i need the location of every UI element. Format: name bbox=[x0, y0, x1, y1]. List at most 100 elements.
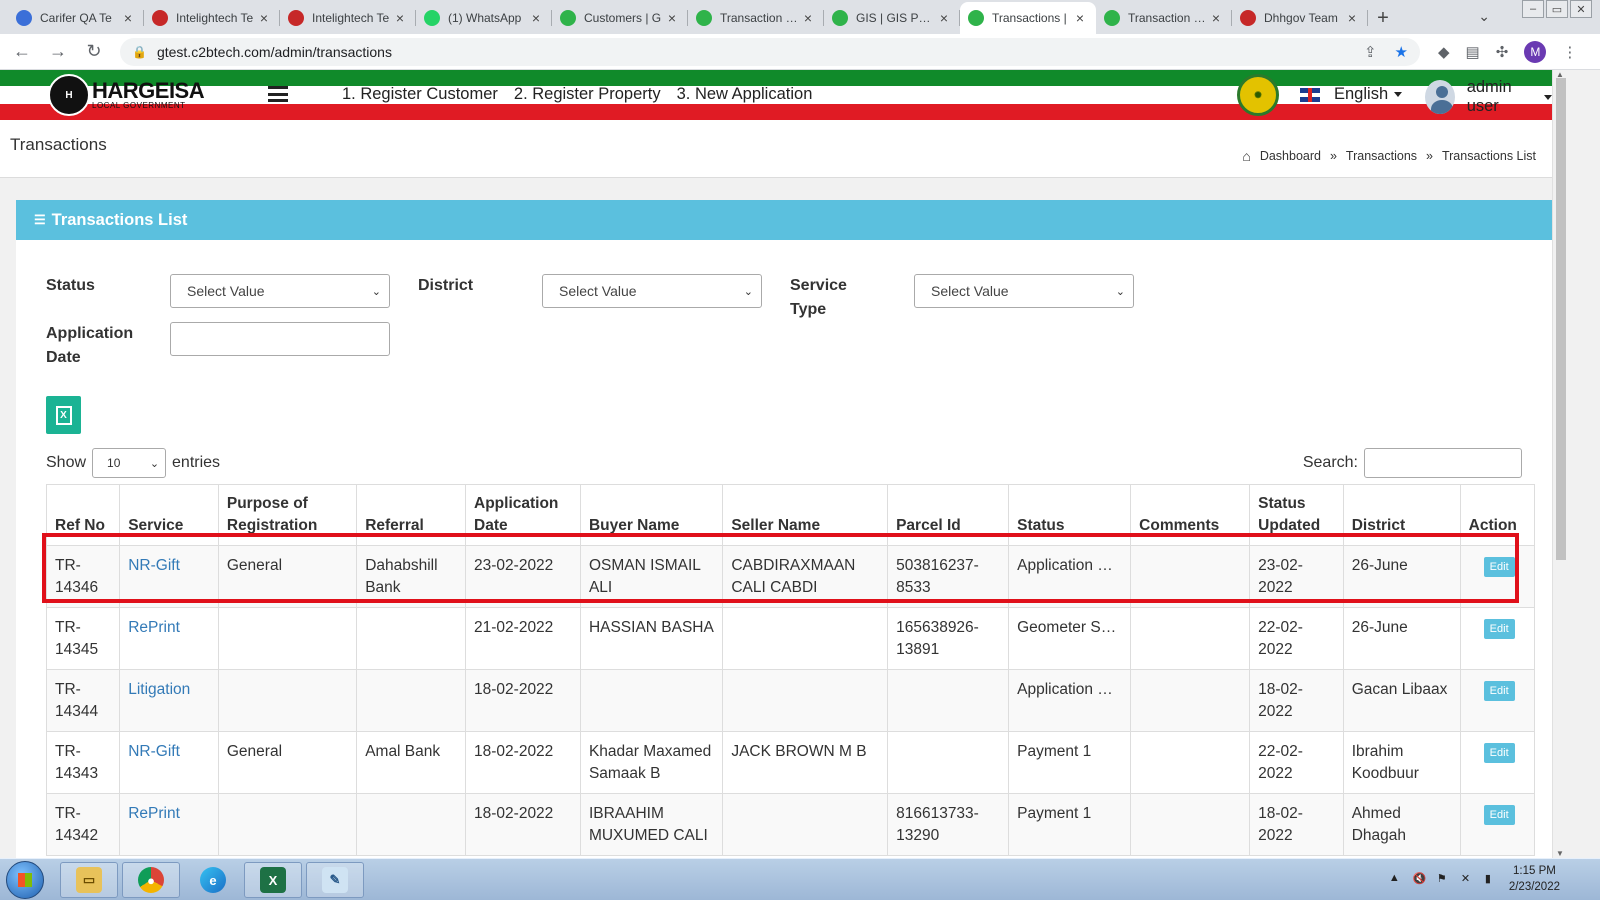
page-length-control: Show 10 ⌄ entries bbox=[46, 448, 220, 478]
column-header[interactable]: Comments bbox=[1130, 484, 1251, 546]
close-window-icon[interactable]: ✕ bbox=[1570, 0, 1592, 18]
table-row[interactable]: TR-14345 RePrint 21-02-2022 HASSIAN BASHA 16… bbox=[45, 607, 1536, 670]
browser-tab[interactable]: (1) WhatsApp × bbox=[416, 2, 552, 34]
bookmark-star-icon[interactable]: ★ bbox=[1395, 43, 1408, 61]
column-header[interactable]: Ref No bbox=[45, 484, 121, 546]
table-row[interactable]: TR-14343 NR-Gift General Amal Bank 18-02-202… bbox=[45, 731, 1536, 794]
browser-tab[interactable]: Intelightech Te × bbox=[280, 2, 416, 34]
breadcrumb-dashboard[interactable]: Dashboard bbox=[1260, 149, 1321, 163]
system-clock[interactable]: 1:15 PM 2/23/2022 bbox=[1509, 863, 1560, 895]
address-bar[interactable]: 🔒 gtest.c2btech.com/admin/transactions ⇪… bbox=[120, 37, 1420, 66]
lock-icon[interactable]: 🔒 bbox=[132, 45, 147, 59]
forward-icon[interactable]: → bbox=[44, 41, 72, 62]
extensions-puzzle-icon[interactable]: ✣ bbox=[1496, 43, 1509, 61]
tab-close-icon[interactable]: × bbox=[936, 10, 952, 26]
edit-button[interactable]: Edit bbox=[1483, 743, 1515, 763]
column-header[interactable]: Seller Name bbox=[722, 484, 889, 546]
language-selector[interactable]: English bbox=[1300, 85, 1403, 104]
share-icon[interactable]: ⇪ bbox=[1364, 43, 1377, 61]
service-link[interactable]: NR-Gift bbox=[128, 557, 180, 574]
edit-button[interactable]: Edit bbox=[1483, 619, 1515, 639]
network-icon[interactable]: ✕ bbox=[1461, 872, 1475, 886]
column-header[interactable]: Buyer Name bbox=[579, 484, 724, 546]
browser-tab[interactable]: Carifer QA Te × bbox=[8, 2, 144, 34]
clock-time: 1:15 PM bbox=[1513, 865, 1556, 877]
maximize-icon[interactable]: ▭ bbox=[1546, 0, 1568, 18]
status-select[interactable]: Select Value ⌄ bbox=[170, 274, 390, 308]
browser-tab[interactable]: Transaction | G × bbox=[1096, 2, 1232, 34]
app-logo[interactable]: H HARGEISA LOCAL GOVERNMENT bbox=[48, 74, 205, 116]
breadcrumb-transactions[interactable]: Transactions bbox=[1346, 149, 1417, 163]
taskbar-notepad[interactable]: ✎ bbox=[306, 862, 364, 898]
taskbar-excel[interactable]: X bbox=[244, 862, 302, 898]
column-header[interactable]: Application Date bbox=[465, 484, 581, 546]
signal-icon[interactable]: ▮ bbox=[1485, 872, 1499, 886]
column-header[interactable]: District bbox=[1342, 484, 1461, 546]
tab-close-icon[interactable]: × bbox=[1208, 10, 1224, 26]
tab-close-icon[interactable]: × bbox=[256, 10, 272, 26]
tab-close-icon[interactable]: × bbox=[800, 10, 816, 26]
extension-notes-icon[interactable]: ▤ bbox=[1466, 43, 1480, 61]
edit-button[interactable]: Edit bbox=[1483, 681, 1515, 701]
service-link[interactable]: Litigation bbox=[128, 681, 190, 698]
menu-new-application[interactable]: 3. New Application bbox=[677, 85, 813, 104]
tab-close-icon[interactable]: × bbox=[528, 10, 544, 26]
new-tab-button[interactable]: + bbox=[1368, 2, 1398, 34]
profile-avatar[interactable]: M bbox=[1524, 40, 1547, 63]
tab-close-icon[interactable]: × bbox=[1344, 10, 1360, 26]
column-header[interactable]: Status bbox=[1008, 484, 1132, 546]
taskbar-edge[interactable]: e bbox=[184, 862, 242, 898]
minimize-icon[interactable]: – bbox=[1522, 0, 1544, 18]
entries-select[interactable]: 10 ⌄ bbox=[92, 448, 167, 478]
tab-search-icon[interactable]: ⌄ bbox=[1478, 8, 1490, 25]
table-row[interactable]: TR-14342 RePrint 18-02-2022 IBRAAHIM MUXUME… bbox=[45, 793, 1536, 856]
district-select[interactable]: Select Value ⌄ bbox=[542, 274, 762, 308]
column-header[interactable]: Action bbox=[1459, 484, 1536, 546]
service-link[interactable]: RePrint bbox=[128, 619, 180, 636]
page-scrollbar[interactable]: ▲ ▼ bbox=[1552, 70, 1568, 858]
application-date-input[interactable] bbox=[170, 322, 390, 356]
browser-tab[interactable]: Dhhgov Team × bbox=[1232, 2, 1368, 34]
column-header[interactable]: Status Updated bbox=[1249, 484, 1344, 546]
browser-tab[interactable]: GIS | GIS Porta × bbox=[824, 2, 960, 34]
export-excel-button[interactable]: X bbox=[46, 396, 81, 434]
show-hidden-icons-icon[interactable]: ▲ bbox=[1389, 872, 1403, 886]
menu-register-property[interactable]: 2. Register Property bbox=[514, 85, 661, 104]
column-header[interactable]: Referral bbox=[356, 484, 467, 546]
scroll-down-icon[interactable]: ▼ bbox=[1556, 849, 1564, 858]
browser-tab[interactable]: Transactions | × bbox=[960, 2, 1096, 34]
action-center-icon[interactable]: ⚑ bbox=[1437, 872, 1451, 886]
breadcrumb: ⌂ Dashboard » Transactions » Transaction… bbox=[1242, 148, 1536, 164]
volume-muted-icon[interactable]: 🔇 bbox=[1413, 872, 1427, 886]
reload-icon[interactable]: ↻ bbox=[80, 41, 108, 62]
edit-button[interactable]: Edit bbox=[1483, 557, 1515, 577]
column-header[interactable]: Parcel Id bbox=[887, 484, 1010, 546]
column-header[interactable]: Purpose of Registration bbox=[217, 484, 358, 546]
service-link[interactable]: RePrint bbox=[128, 805, 180, 822]
extension-shield-icon[interactable]: ◆ bbox=[1438, 43, 1450, 61]
service-link[interactable]: NR-Gift bbox=[128, 743, 180, 760]
taskbar-file-explorer[interactable]: ▭ bbox=[60, 862, 118, 898]
hamburger-menu-icon[interactable] bbox=[268, 86, 288, 102]
user-menu[interactable]: admin user bbox=[1425, 78, 1552, 116]
column-header[interactable]: Service bbox=[119, 484, 219, 546]
service-type-select[interactable]: Select Value ⌄ bbox=[914, 274, 1134, 308]
menu-register-customer[interactable]: 1. Register Customer bbox=[342, 85, 498, 104]
tab-close-icon[interactable]: × bbox=[664, 10, 680, 26]
edit-button[interactable]: Edit bbox=[1483, 805, 1515, 825]
cell-ref: TR-14343 bbox=[45, 731, 121, 794]
search-input[interactable] bbox=[1364, 448, 1522, 478]
back-icon[interactable]: ← bbox=[8, 41, 36, 62]
tab-close-icon[interactable]: × bbox=[120, 10, 136, 26]
scrollbar-thumb[interactable] bbox=[1556, 78, 1566, 560]
tab-close-icon[interactable]: × bbox=[1072, 10, 1088, 26]
browser-menu-icon[interactable]: ⋮ bbox=[1562, 43, 1577, 61]
tab-close-icon[interactable]: × bbox=[392, 10, 408, 26]
table-row[interactable]: TR-14344 Litigation 18-02-2022 Application … bbox=[45, 669, 1536, 732]
browser-tab[interactable]: Intelightech Te × bbox=[144, 2, 280, 34]
start-button[interactable] bbox=[6, 861, 44, 899]
taskbar-chrome[interactable]: ● bbox=[122, 862, 180, 898]
browser-tab[interactable]: Customers | G × bbox=[552, 2, 688, 34]
browser-tab[interactable]: Transaction | G × bbox=[688, 2, 824, 34]
table-row[interactable]: TR-14346 NR-Gift General Dahabshill Bank 23-… bbox=[45, 545, 1536, 608]
